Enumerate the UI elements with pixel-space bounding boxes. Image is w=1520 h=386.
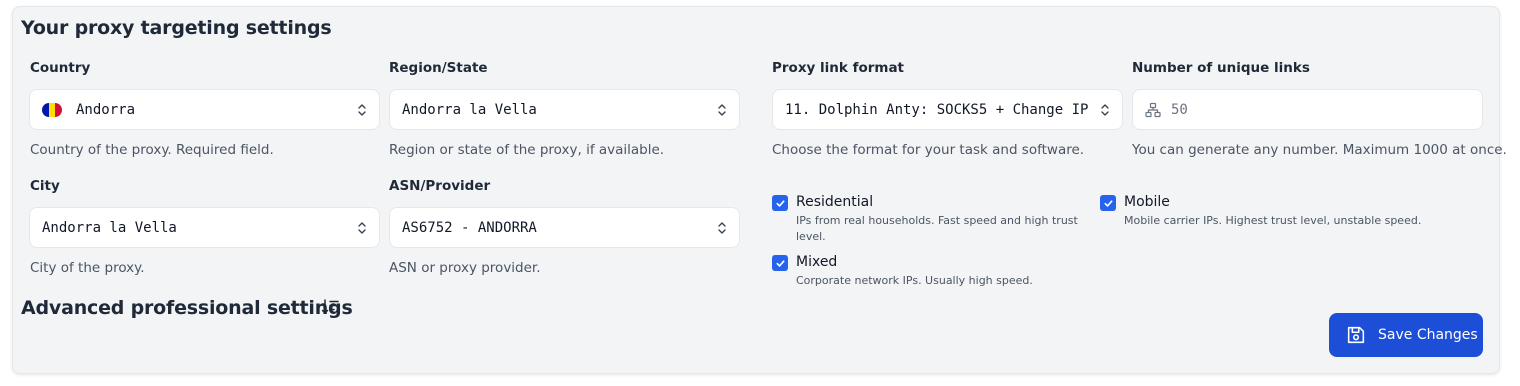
asn-label: ASN/Provider — [389, 178, 491, 194]
link-format-value: 11. Dolphin Anty: SOCKS5 + Change IP — [785, 101, 1089, 118]
mobile-desc: Mobile carrier IPs. Highest trust level,… — [1124, 214, 1422, 227]
save-changes-button[interactable]: Save Changes — [1329, 313, 1483, 357]
asn-value: AS6752 - ANDORRA — [402, 219, 537, 236]
country-select[interactable]: Andorra — [29, 89, 380, 130]
chevron-up-down-icon — [358, 221, 366, 234]
mixed-checkbox[interactable] — [772, 255, 788, 271]
country-value: Andorra — [76, 101, 136, 118]
region-select[interactable]: Andorra la Vella — [389, 89, 740, 130]
link-format-help: Choose the format for your task and soft… — [772, 142, 1085, 158]
network-icon — [1145, 102, 1161, 117]
save-changes-label: Save Changes — [1378, 327, 1478, 343]
unique-links-input[interactable]: 50 — [1132, 89, 1483, 130]
residential-desc-line2: level. — [796, 230, 826, 243]
residential-label[interactable]: Residential — [796, 194, 873, 210]
check-icon — [775, 259, 785, 267]
unique-links-label: Number of unique links — [1132, 60, 1310, 76]
residential-checkbox[interactable] — [772, 195, 788, 211]
save-icon — [1347, 326, 1365, 344]
region-help: Region or state of the proxy, if availab… — [389, 142, 665, 158]
andorra-flag-icon — [42, 102, 62, 117]
mobile-checkbox[interactable] — [1100, 195, 1116, 211]
chevron-up-down-icon — [718, 221, 726, 234]
region-label: Region/State — [389, 60, 488, 76]
mixed-desc: Corporate network IPs. Usually high spee… — [796, 274, 1033, 287]
city-value: Andorra la Vella — [42, 219, 177, 236]
region-value: Andorra la Vella — [402, 101, 537, 118]
check-icon — [775, 199, 785, 207]
city-select[interactable]: Andorra la Vella — [29, 207, 380, 248]
check-icon — [1103, 199, 1113, 207]
unique-links-value: 50 — [1171, 101, 1188, 118]
chevron-up-down-icon — [1101, 103, 1109, 116]
chevron-up-down-icon — [358, 103, 366, 116]
residential-desc-line1: IPs from real households. Fast speed and… — [796, 214, 1078, 227]
mixed-label[interactable]: Mixed — [796, 254, 837, 270]
link-format-select[interactable]: 11. Dolphin Anty: SOCKS5 + Change IP — [772, 89, 1123, 130]
city-label: City — [30, 178, 60, 194]
asn-select[interactable]: AS6752 - ANDORRA — [389, 207, 740, 248]
city-help: City of the proxy. — [30, 260, 145, 276]
country-label: Country — [30, 60, 91, 76]
sort-descending-icon[interactable] — [321, 298, 339, 316]
chevron-up-down-icon — [718, 103, 726, 116]
mobile-label[interactable]: Mobile — [1124, 194, 1170, 210]
section-title: Your proxy targeting settings — [21, 17, 332, 39]
asn-help: ASN or proxy provider. — [389, 260, 541, 276]
link-format-label: Proxy link format — [772, 60, 905, 76]
country-help: Country of the proxy. Required field. — [30, 142, 274, 158]
advanced-settings-toggle[interactable]: Advanced professional settings — [21, 297, 353, 319]
unique-links-help: You can generate any number. Maximum 100… — [1132, 142, 1507, 158]
